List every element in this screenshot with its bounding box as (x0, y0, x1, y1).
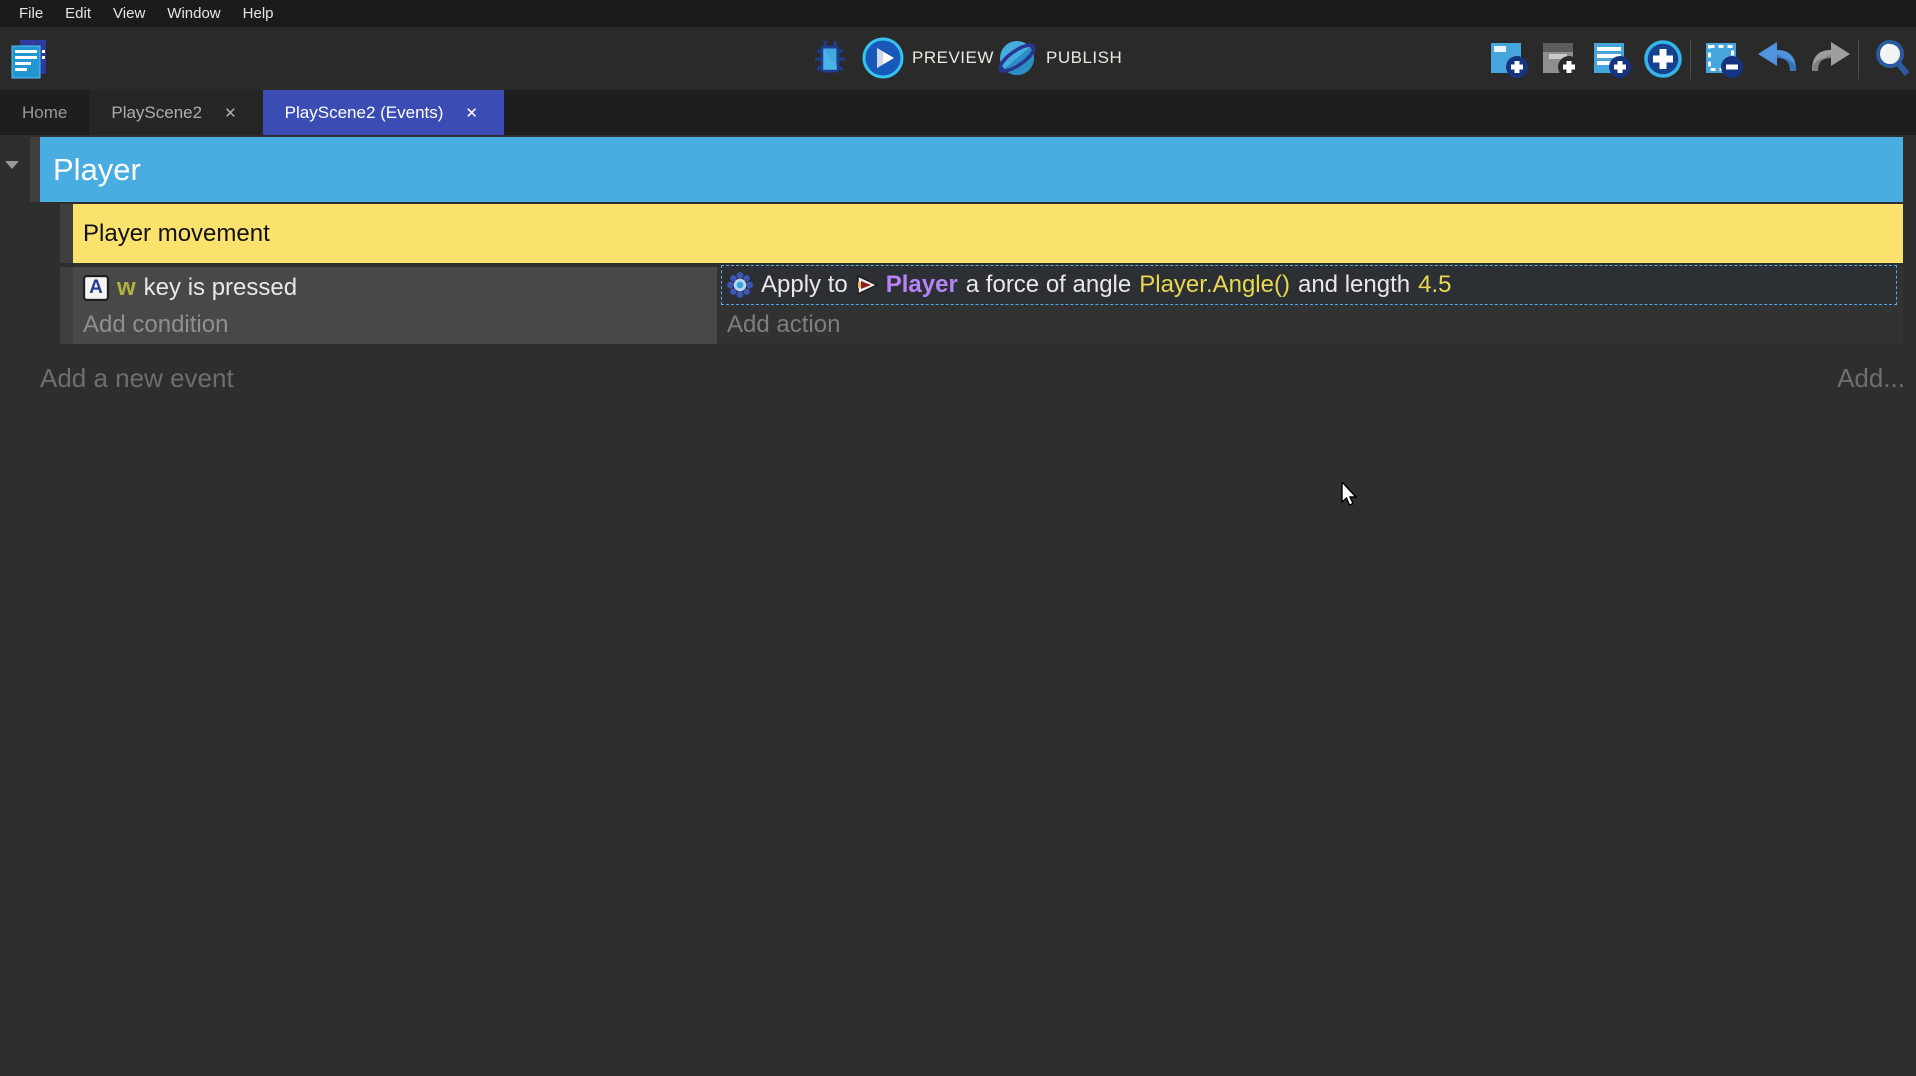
action-object-name: Player (886, 271, 958, 299)
tab-playscene2-label: PlayScene2 (111, 103, 202, 123)
publish-label: PUBLISH (1046, 48, 1122, 68)
tab-playscene2-events[interactable]: PlayScene2 (Events) ✕ (263, 90, 504, 135)
group-collapse-chevron-down-icon[interactable] (5, 161, 19, 169)
preview-button[interactable]: PREVIEW (862, 37, 994, 79)
add-event-icon[interactable] (1489, 39, 1529, 79)
add-circle-icon[interactable] (1643, 39, 1683, 79)
action-mid1: a force of angle (966, 271, 1131, 299)
project-manager-icon[interactable] (10, 38, 48, 80)
add-subevent-icon[interactable] (1541, 39, 1581, 79)
toolbar-separator-1 (1690, 39, 1691, 79)
add-new-event-button[interactable]: Add a new event (40, 363, 234, 394)
event-group-header[interactable]: Player (40, 137, 1903, 202)
player-object-icon (856, 275, 878, 295)
search-icon[interactable] (1873, 39, 1911, 79)
conditions-panel: A w key is pressed Add condition (73, 267, 717, 344)
action-prefix: Apply to (761, 271, 848, 299)
actions-panel: Apply to Player a force of angle Player.… (717, 267, 1903, 344)
action-value: 4.5 (1418, 271, 1451, 299)
tab-bar: Home PlayScene2 ✕ PlayScene2 (Events) ✕ (0, 90, 1916, 135)
toolbar-separator-2 (1858, 39, 1859, 79)
action-expression: Player.Angle() (1139, 271, 1290, 299)
group-drag-handle[interactable] (30, 137, 40, 202)
tab-playscene2-events-close-icon[interactable]: ✕ (461, 102, 482, 124)
comment-text: Player movement (73, 220, 270, 248)
menu-view[interactable]: View (102, 0, 156, 27)
event-drag-handle[interactable] (60, 267, 73, 344)
add-comment-icon[interactable] (1592, 39, 1632, 79)
tab-playscene2-events-label: PlayScene2 (Events) (285, 103, 444, 123)
group-title: Player (40, 152, 141, 188)
publish-sphere-icon (996, 37, 1038, 79)
publish-button[interactable]: PUBLISH (996, 37, 1122, 79)
menu-help[interactable]: Help (232, 0, 285, 27)
menu-edit[interactable]: Edit (54, 0, 102, 27)
condition-row[interactable]: A w key is pressed (83, 273, 297, 303)
preview-play-icon (862, 37, 904, 79)
tab-home[interactable]: Home (0, 90, 89, 135)
add-more-button[interactable]: Add... (1837, 363, 1905, 394)
redo-icon[interactable] (1811, 41, 1851, 77)
keyboard-key-icon: A (83, 275, 109, 301)
menu-bar: File Edit View Window Help (0, 0, 1916, 27)
condition-key-value: w (117, 274, 136, 302)
preview-label: PREVIEW (912, 48, 994, 68)
comment-block[interactable]: Player movement (73, 204, 1903, 263)
add-condition-button[interactable]: Add condition (83, 311, 228, 339)
debugger-icon[interactable] (813, 40, 847, 78)
menu-window[interactable]: Window (156, 0, 231, 27)
condition-text: key is pressed (144, 274, 297, 302)
physics-force-icon (727, 272, 753, 298)
events-sheet: Player Player movement A w key is presse… (0, 135, 1916, 1076)
action-row-selected[interactable]: Apply to Player a force of angle Player.… (721, 265, 1897, 305)
tab-home-label: Home (22, 103, 67, 123)
tab-playscene2-close-icon[interactable]: ✕ (220, 102, 241, 124)
add-action-button[interactable]: Add action (727, 311, 840, 339)
tab-playscene2[interactable]: PlayScene2 ✕ (89, 90, 262, 135)
undo-icon[interactable] (1757, 41, 1797, 77)
main-toolbar: PREVIEW PUBLISH (0, 27, 1916, 90)
remove-event-icon[interactable] (1704, 39, 1744, 79)
action-mid2: and length (1298, 271, 1410, 299)
menu-file[interactable]: File (8, 0, 54, 27)
comment-drag-handle[interactable] (60, 204, 73, 263)
